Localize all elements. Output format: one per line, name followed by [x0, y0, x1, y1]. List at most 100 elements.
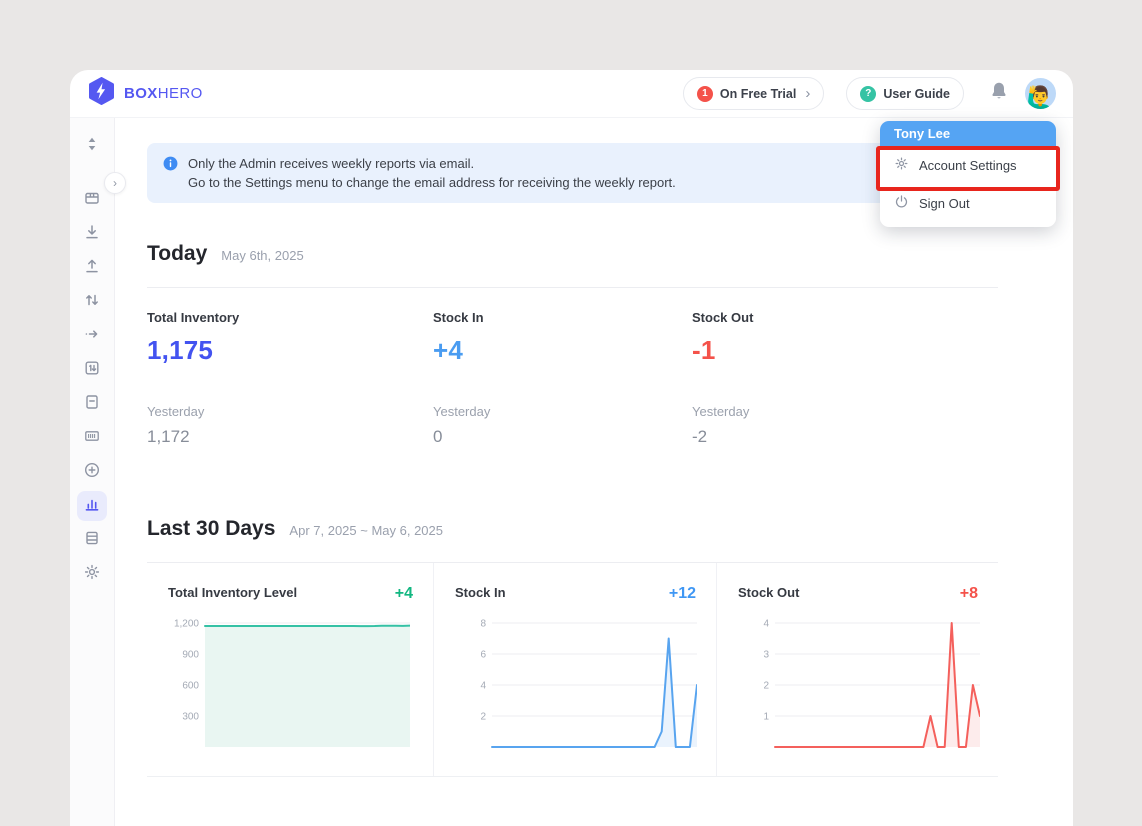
sign-out-label: Sign Out — [919, 196, 970, 211]
free-trial-button[interactable]: 1 On Free Trial › — [683, 77, 824, 110]
stat-value: +4 — [433, 335, 692, 366]
menu-item-account-settings[interactable]: Account Settings — [880, 146, 1056, 184]
chevron-right-icon: › — [805, 85, 810, 102]
sidebar-item-stock-out[interactable] — [77, 253, 107, 283]
svg-text:3: 3 — [763, 650, 769, 661]
today-stats: Total Inventory 1,175 Yesterday 1,172 St… — [147, 288, 998, 447]
yesterday-label: Yesterday — [433, 404, 692, 419]
brand-name: BOXHERO — [124, 85, 203, 102]
user-guide-label: User Guide — [883, 87, 950, 101]
products-box-icon — [83, 189, 101, 212]
sort-icon — [83, 135, 101, 158]
yesterday-label: Yesterday — [692, 404, 998, 419]
user-avatar[interactable]: 🙋‍♂️ — [1025, 78, 1056, 109]
bell-icon — [989, 81, 1009, 106]
stat-value: 1,175 — [147, 335, 433, 366]
notifications-button[interactable] — [989, 81, 1009, 106]
avatar-emoji: 🙋‍♂️ — [1027, 87, 1054, 109]
sidebar-item-products[interactable] — [77, 185, 107, 215]
sidebar-item-stock-adjust[interactable] — [77, 287, 107, 317]
transactions-icon — [83, 393, 101, 416]
analytics-icon — [83, 495, 101, 518]
sidebar-item-add[interactable] — [77, 457, 107, 487]
svg-text:6: 6 — [480, 650, 486, 661]
svg-text:4: 4 — [763, 619, 769, 630]
account-settings-label: Account Settings — [919, 158, 1017, 173]
svg-text:8: 8 — [480, 619, 486, 630]
banner-text: Only the Admin receives weekly reports v… — [188, 154, 676, 192]
stock-in-area-chart: 8 6 4 2 — [455, 618, 696, 757]
stat-value: -1 — [692, 335, 998, 366]
sidebar-item-analytics[interactable] — [77, 491, 107, 521]
user-guide-button[interactable]: ? User Guide — [846, 77, 964, 110]
stock-move-icon — [83, 325, 101, 348]
boxhero-hexagon-logo-icon — [88, 77, 115, 110]
chart-delta-badge: +8 — [960, 585, 978, 603]
app-header: BOXHERO 1 On Free Trial › ? User Guide 🙋… — [70, 70, 1073, 118]
today-date: May 6th, 2025 — [221, 248, 303, 263]
yesterday-value: -2 — [692, 427, 998, 447]
svg-text:4: 4 — [480, 681, 486, 692]
stock-out-area-chart: 4 3 2 1 — [738, 618, 978, 757]
yesterday-label: Yesterday — [147, 404, 433, 419]
stock-in-icon — [83, 223, 101, 246]
info-banner: Only the Admin receives weekly reports v… — [147, 143, 998, 203]
sidebar-item-stock-in[interactable] — [77, 219, 107, 249]
last30-title: Last 30 Days — [147, 517, 275, 541]
chart-panel-stock-out: Stock Out +8 4 3 2 1 — [716, 563, 998, 776]
svg-text:300: 300 — [182, 712, 199, 723]
stat-label: Stock Out — [692, 310, 998, 325]
barcode-icon — [83, 427, 101, 450]
yesterday-value: 1,172 — [147, 427, 433, 447]
last-30-days-section: Last 30 Days Apr 7, 2025 ~ May 6, 2025 T… — [147, 517, 998, 777]
chart-delta-badge: +4 — [395, 585, 413, 603]
banner-line-1: Only the Admin receives weekly reports v… — [188, 154, 676, 173]
svg-text:1,200: 1,200 — [174, 619, 199, 630]
svg-text:2: 2 — [763, 681, 769, 692]
svg-text:1: 1 — [763, 712, 769, 723]
chevron-right-icon: › — [113, 176, 117, 190]
sidebar-expand-button[interactable]: › — [104, 172, 126, 194]
sidebar-item-settings[interactable] — [77, 559, 107, 589]
total-inventory-area-chart: 1,200900600300 — [168, 618, 413, 757]
data-center-icon — [83, 529, 101, 552]
user-dropdown-menu: Tony Lee Account Settings Sign Out — [880, 121, 1056, 227]
today-title: Today — [147, 242, 207, 266]
yesterday-value: 0 — [433, 427, 692, 447]
stocktake-icon — [83, 359, 101, 382]
last30-range: Apr 7, 2025 ~ May 6, 2025 — [289, 523, 443, 538]
chart-title: Stock In — [455, 585, 506, 600]
stat-label: Total Inventory — [147, 310, 433, 325]
sidebar-item-stocktake[interactable] — [77, 355, 107, 385]
question-icon: ? — [860, 86, 876, 102]
settings-icon — [83, 563, 101, 586]
sidebar-item-barcode[interactable] — [77, 423, 107, 453]
today-section: Today May 6th, 2025 Total Inventory 1,17… — [147, 242, 998, 447]
sidebar — [70, 118, 115, 826]
menu-item-sign-out[interactable]: Sign Out — [880, 184, 1056, 222]
brand-logo[interactable]: BOXHERO — [88, 77, 203, 110]
sidebar-item-stock-move[interactable] — [77, 321, 107, 351]
stock-adjust-icon — [83, 291, 101, 314]
chart-title: Total Inventory Level — [168, 585, 297, 600]
sidebar-item-data-center[interactable] — [77, 525, 107, 555]
page: { "brand": { "bold": "BOX", "light": "HE… — [0, 0, 1142, 826]
stat-label: Stock In — [433, 310, 692, 325]
stat-stock-in: Stock In +4 Yesterday 0 — [433, 310, 692, 447]
power-icon — [894, 194, 909, 212]
svg-text:2: 2 — [480, 712, 486, 723]
chart-panel-stock-in: Stock In +12 8 6 4 2 — [433, 563, 716, 776]
sidebar-item-transactions[interactable] — [77, 389, 107, 419]
chart-title: Stock Out — [738, 585, 799, 600]
chart-delta-badge: +12 — [669, 585, 696, 603]
trial-count-badge: 1 — [697, 86, 713, 102]
banner-line-2: Go to the Settings menu to change the em… — [188, 173, 676, 192]
sidebar-item-sort[interactable] — [77, 131, 107, 161]
stat-total-inventory: Total Inventory 1,175 Yesterday 1,172 — [147, 310, 433, 447]
gear-icon — [894, 156, 909, 174]
stock-out-icon — [83, 257, 101, 280]
svg-text:600: 600 — [182, 681, 199, 692]
add-item-icon — [83, 461, 101, 484]
stat-stock-out: Stock Out -1 Yesterday -2 — [692, 310, 998, 447]
free-trial-label: On Free Trial — [720, 87, 796, 101]
